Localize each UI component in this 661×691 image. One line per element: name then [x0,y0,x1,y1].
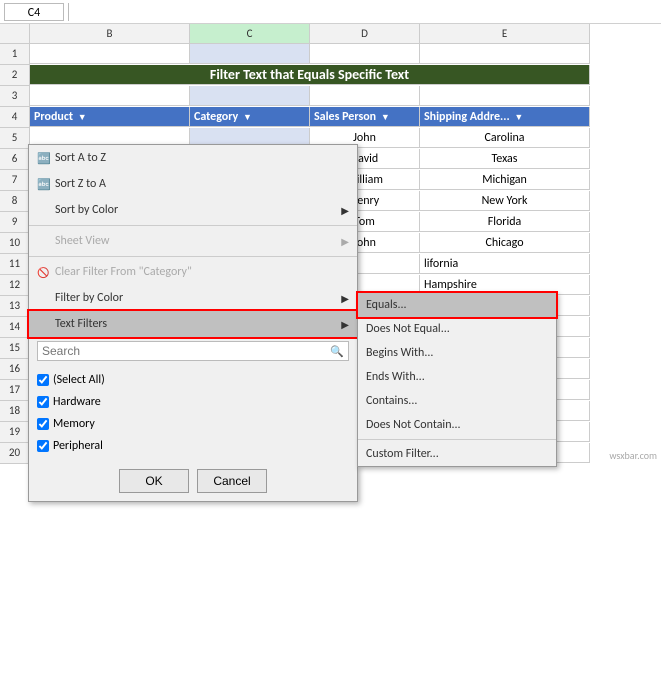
contains-item[interactable]: Contains... [358,389,556,413]
col-header-c[interactable]: C [190,24,310,44]
does-not-equal-item[interactable]: Does Not Equal... [358,317,556,341]
checkbox-select-all[interactable]: (Select All) [37,369,349,391]
sort-za-icon: 🔤 [37,178,55,191]
text-filters-item[interactable]: Text Filters ▶ [29,311,357,337]
sort-by-color-label: Sort by Color [55,203,118,217]
ends-with-label: Ends With... [366,370,425,384]
row-2: 2 Filter Text that Equals Specific Text [0,65,661,86]
data-area: 1 2 Filter Text that Equals Specific Tex… [0,44,661,464]
begins-with-label: Begins With... [366,346,433,360]
corner-cell [0,24,30,44]
clear-filter-label: Clear Filter From "Category" [55,265,192,279]
filter-icon-d[interactable]: ▼ [381,112,390,123]
checkbox-hardware-input[interactable] [37,396,49,408]
watermark: wsxbar.com [609,449,657,462]
col-header-e[interactable]: E [420,24,590,44]
checkbox-select-all-input[interactable] [37,374,49,386]
sheet-view-label: Sheet View [55,234,109,248]
spreadsheet: C4 B C D E 1 2 Filter Text that Equals S… [0,0,661,691]
does-not-equal-label: Does Not Equal... [366,322,450,336]
equals-label: Equals... [366,298,407,312]
text-filters-arrow: ▶ [341,318,349,331]
does-not-contain-item[interactable]: Does Not Contain... [358,413,556,437]
search-box[interactable]: 🔍 [37,341,349,361]
checkbox-memory-input[interactable] [37,418,49,430]
row-1: 1 [0,44,661,65]
sort-z-to-a-item[interactable]: 🔤 Sort Z to A [29,171,357,197]
checkbox-peripheral[interactable]: Peripheral [37,435,349,457]
col-header-b[interactable]: B [30,24,190,44]
filter-dropdown-menu: 🔤 Sort A to Z 🔤 Sort Z to A Sort by Colo… [28,144,358,502]
checkbox-memory-label: Memory [53,417,95,431]
row-3: 3 [0,86,661,107]
custom-filter-label: Custom Filter... [366,447,439,461]
row-4: 4 Product ▼ Category ▼ Sales Person ▼ Sh… [0,107,661,128]
search-input[interactable] [42,344,330,358]
does-not-contain-label: Does Not Contain... [366,418,461,432]
sort-a-to-z-item[interactable]: 🔤 Sort A to Z [29,145,357,171]
text-filters-submenu: Equals... Does Not Equal... Begins With.… [357,292,557,467]
dialog-buttons: OK Cancel [29,461,357,501]
custom-filter-item[interactable]: Custom Filter... [358,442,556,466]
filter-icon-b[interactable]: ▼ [78,112,87,123]
contains-label: Contains... [366,394,417,408]
filter-icon-c[interactable]: ▼ [243,112,252,123]
begins-with-item[interactable]: Begins With... [358,341,556,365]
ends-with-item[interactable]: Ends With... [358,365,556,389]
filter-by-color-label: Filter by Color [55,291,123,305]
checkbox-hardware[interactable]: Hardware [37,391,349,413]
title-cell: Filter Text that Equals Specific Text [30,65,590,85]
checkbox-select-all-label: (Select All) [53,373,105,387]
checkbox-peripheral-label: Peripheral [53,439,103,453]
clear-filter-icon: 🚫 [37,266,55,279]
menu-divider-2 [29,256,357,257]
sheet-view-arrow: ▶ [341,235,349,248]
search-icon[interactable]: 🔍 [330,345,344,358]
sort-z-to-a-label: Sort Z to A [55,177,106,191]
filter-by-color-item[interactable]: Filter by Color ▶ [29,285,357,311]
clear-filter-item[interactable]: 🚫 Clear Filter From "Category" [29,259,357,285]
arrow-icon: ▶ [341,204,349,217]
text-filters-label: Text Filters [55,317,107,331]
sort-a-to-z-label: Sort A to Z [55,151,106,165]
header-product: Product ▼ [30,107,190,127]
checkbox-hardware-label: Hardware [53,395,101,409]
checkbox-peripheral-input[interactable] [37,440,49,452]
sheet-view-item[interactable]: Sheet View ▶ [29,228,357,254]
cancel-button[interactable]: Cancel [197,469,267,493]
checkbox-memory[interactable]: Memory [37,413,349,435]
header-shipping: Shipping Addre... ▼ [420,107,590,127]
equals-item[interactable]: Equals... [358,293,556,317]
filter-icon-e[interactable]: ▼ [514,112,523,123]
cell-reference[interactable]: C4 [4,3,64,21]
sort-az-icon: 🔤 [37,152,55,165]
header-salesperson: Sales Person ▼ [310,107,420,127]
column-headers: B C D E [0,24,661,44]
filter-color-arrow: ▶ [341,292,349,305]
search-area: 🔍 [29,337,357,365]
dropdown-overlay: 🔤 Sort A to Z 🔤 Sort Z to A Sort by Colo… [28,144,358,502]
col-header-d[interactable]: D [310,24,420,44]
submenu-divider [358,439,556,440]
formula-divider [68,3,69,21]
header-category: Category ▼ [190,107,310,127]
ok-button[interactable]: OK [119,469,189,493]
formula-bar: C4 [0,0,661,24]
checkbox-list: (Select All) Hardware Memory Peripheral [29,365,357,461]
sort-by-color-item[interactable]: Sort by Color ▶ [29,197,357,223]
menu-divider-1 [29,225,357,226]
